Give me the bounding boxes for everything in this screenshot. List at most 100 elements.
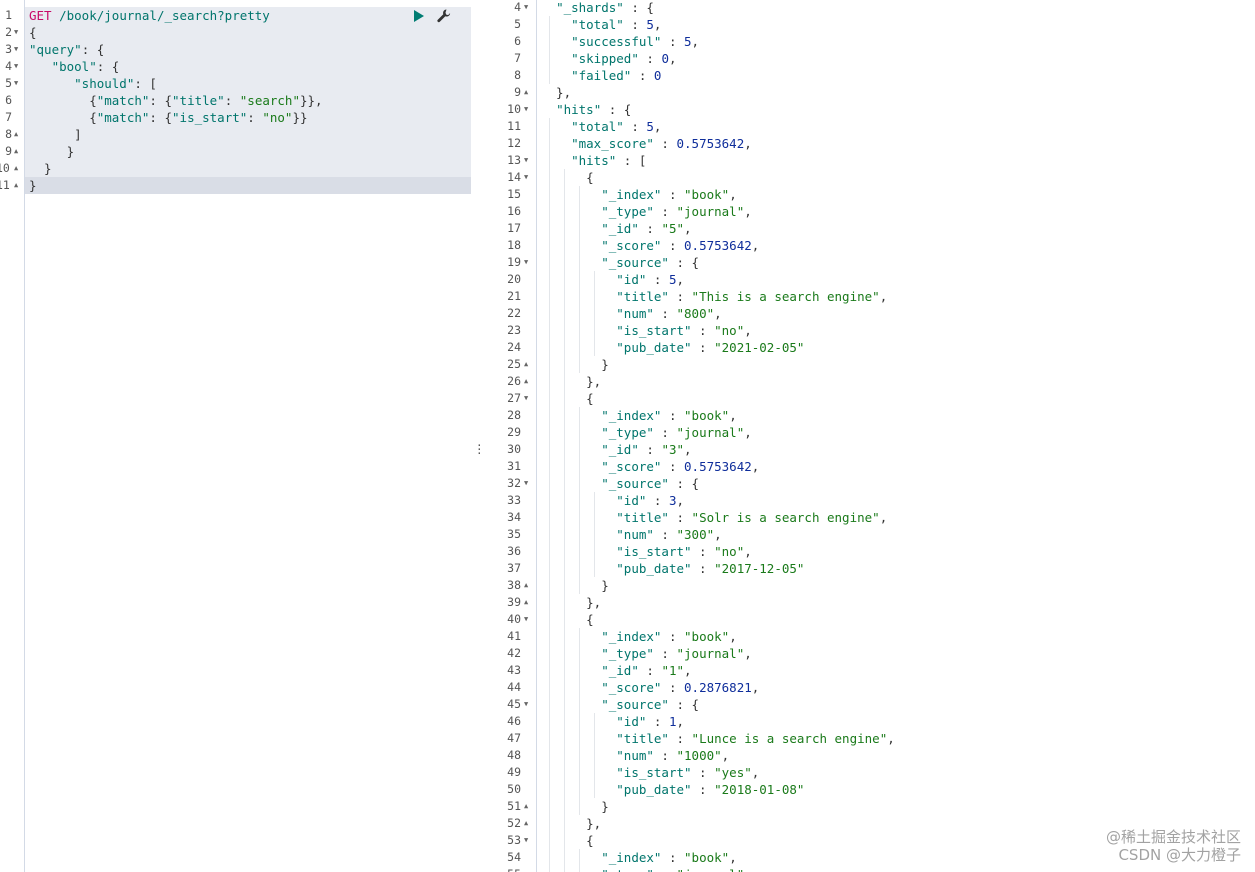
fold-toggle-icon[interactable]: ▼ [524,254,528,271]
indent-guide [563,747,565,764]
line-number: 23 [507,323,521,337]
response-line: 37 "pub_date" : "2017-12-05" [484,560,1244,577]
indent-guide [548,764,550,781]
response-line: 51 ▲ } [484,798,1244,815]
response-code: "num" : "300", [616,527,722,542]
request-editor[interactable]: 1 GET /book/journal/_search?pretty 2 ▼{3 ▼ "q… [0,0,472,872]
request-line[interactable]: 9 ▲ } [0,143,470,160]
fold-toggle-icon[interactable]: ▼ [524,611,528,628]
indent-guide [563,764,565,781]
indent-guide [563,373,565,390]
line-number: 34 [507,510,521,524]
response-code: "_index" : "book", [601,629,737,644]
line-number: 7 [514,51,521,65]
fold-toggle-icon[interactable]: ▼ [14,75,18,92]
request-line[interactable]: 11 ▲} [0,177,470,194]
fold-toggle-icon[interactable]: ▲ [524,798,528,815]
indent-guide [548,526,550,543]
response-code: "_source" : { [601,697,700,712]
fold-toggle-icon[interactable]: ▼ [524,696,528,713]
line-number: 13 [507,153,521,167]
watermark-line-2: CSDN @大力橙子 [1118,846,1241,864]
watermark-line-1: @稀土掘金技术社区 [1105,828,1241,846]
request-line[interactable]: 3 ▼ "query": { [0,41,470,58]
response-viewer[interactable]: 4 ▼ "_shards" : {5 "total" : 5, 6 "success… [484,0,1255,872]
line-number: 21 [507,289,521,303]
line-number: 11 [0,178,10,192]
response-line: 11 "total" : 5, [484,118,1244,135]
fold-toggle-icon[interactable]: ▼ [524,101,528,118]
fold-toggle-icon[interactable]: ▼ [524,152,528,169]
indent-guide [548,594,550,611]
fold-toggle-icon[interactable]: ▲ [14,126,18,143]
fold-toggle-icon[interactable]: ▲ [524,594,528,611]
response-code: "id" : 1, [616,714,685,729]
fold-toggle-icon[interactable]: ▲ [524,373,528,390]
line-number: 35 [507,527,521,541]
line-number: 8 [514,68,521,82]
line-number: 1 [5,8,12,22]
fold-toggle-icon[interactable]: ▲ [14,160,18,177]
line-number: 48 [507,748,521,762]
request-code: } [29,144,75,159]
indent-guide [563,254,565,271]
indent-guide [563,611,565,628]
fold-toggle-icon[interactable]: ▼ [524,169,528,186]
request-line[interactable]: 6 {"match": {"title": "search"}}, [0,92,470,109]
indent-guide [548,747,550,764]
fold-toggle-icon[interactable]: ▲ [14,177,18,194]
fold-toggle-icon[interactable]: ▼ [14,58,18,75]
fold-toggle-icon[interactable]: ▼ [14,41,18,58]
fold-toggle-icon[interactable]: ▼ [524,0,528,16]
response-code: "id" : 5, [616,272,685,287]
indent-guide [548,118,550,135]
indent-guide [593,339,595,356]
indent-guide [548,458,550,475]
request-line[interactable]: 8 ▲ ] [0,126,470,143]
wrench-icon[interactable] [436,8,452,24]
line-number: 39 [507,595,521,609]
request-toolbar [412,8,456,26]
response-code: "_type" : "journal", [601,204,752,219]
play-icon[interactable] [414,10,424,22]
request-line[interactable]: 1 GET /book/journal/_search?pretty [0,7,470,24]
indent-guide [578,424,580,441]
fold-toggle-icon[interactable]: ▼ [524,390,528,407]
response-code: "is_start" : "no", [616,323,752,338]
indent-guide [593,305,595,322]
indent-guide [593,322,595,339]
pane-resizer[interactable]: · · · [472,0,484,872]
response-code: "_score" : 0.2876821, [601,680,760,695]
fold-toggle-icon[interactable]: ▲ [524,356,528,373]
request-line[interactable]: 4 ▼ "bool": { [0,58,470,75]
line-number: 36 [507,544,521,558]
response-code: } [541,578,609,593]
response-line: 6 "successful" : 5, [484,33,1244,50]
fold-toggle-icon[interactable]: ▼ [524,475,528,492]
line-number: 20 [507,272,521,286]
indent-guide [563,798,565,815]
indent-guide [548,781,550,798]
line-number: 50 [507,782,521,796]
fold-toggle-icon[interactable]: ▼ [14,24,18,41]
request-line[interactable]: 7 {"match": {"is_start": "no"}} [0,109,470,126]
indent-guide [578,339,580,356]
indent-guide [578,322,580,339]
response-line: 17 "_id" : "5", [484,220,1244,237]
line-number: 49 [507,765,521,779]
response-line: 49 "is_start" : "yes", [484,764,1244,781]
fold-toggle-icon[interactable]: ▲ [524,815,528,832]
fold-toggle-icon[interactable]: ▲ [524,577,528,594]
response-code: "_score" : 0.5753642, [601,459,760,474]
request-line[interactable]: 5 ▼ "should": [ [0,75,470,92]
response-code: "num" : "800", [616,306,722,321]
fold-toggle-icon[interactable]: ▼ [524,832,528,849]
fold-toggle-icon[interactable]: ▲ [524,84,528,101]
response-line: 44 "_score" : 0.2876821, [484,679,1244,696]
fold-toggle-icon[interactable]: ▲ [14,143,18,160]
indent-guide [563,390,565,407]
request-line[interactable]: 10 ▲ } [0,160,470,177]
request-line[interactable]: 2 ▼ { [0,24,470,41]
response-code: }, [541,85,572,100]
indent-guide [548,322,550,339]
